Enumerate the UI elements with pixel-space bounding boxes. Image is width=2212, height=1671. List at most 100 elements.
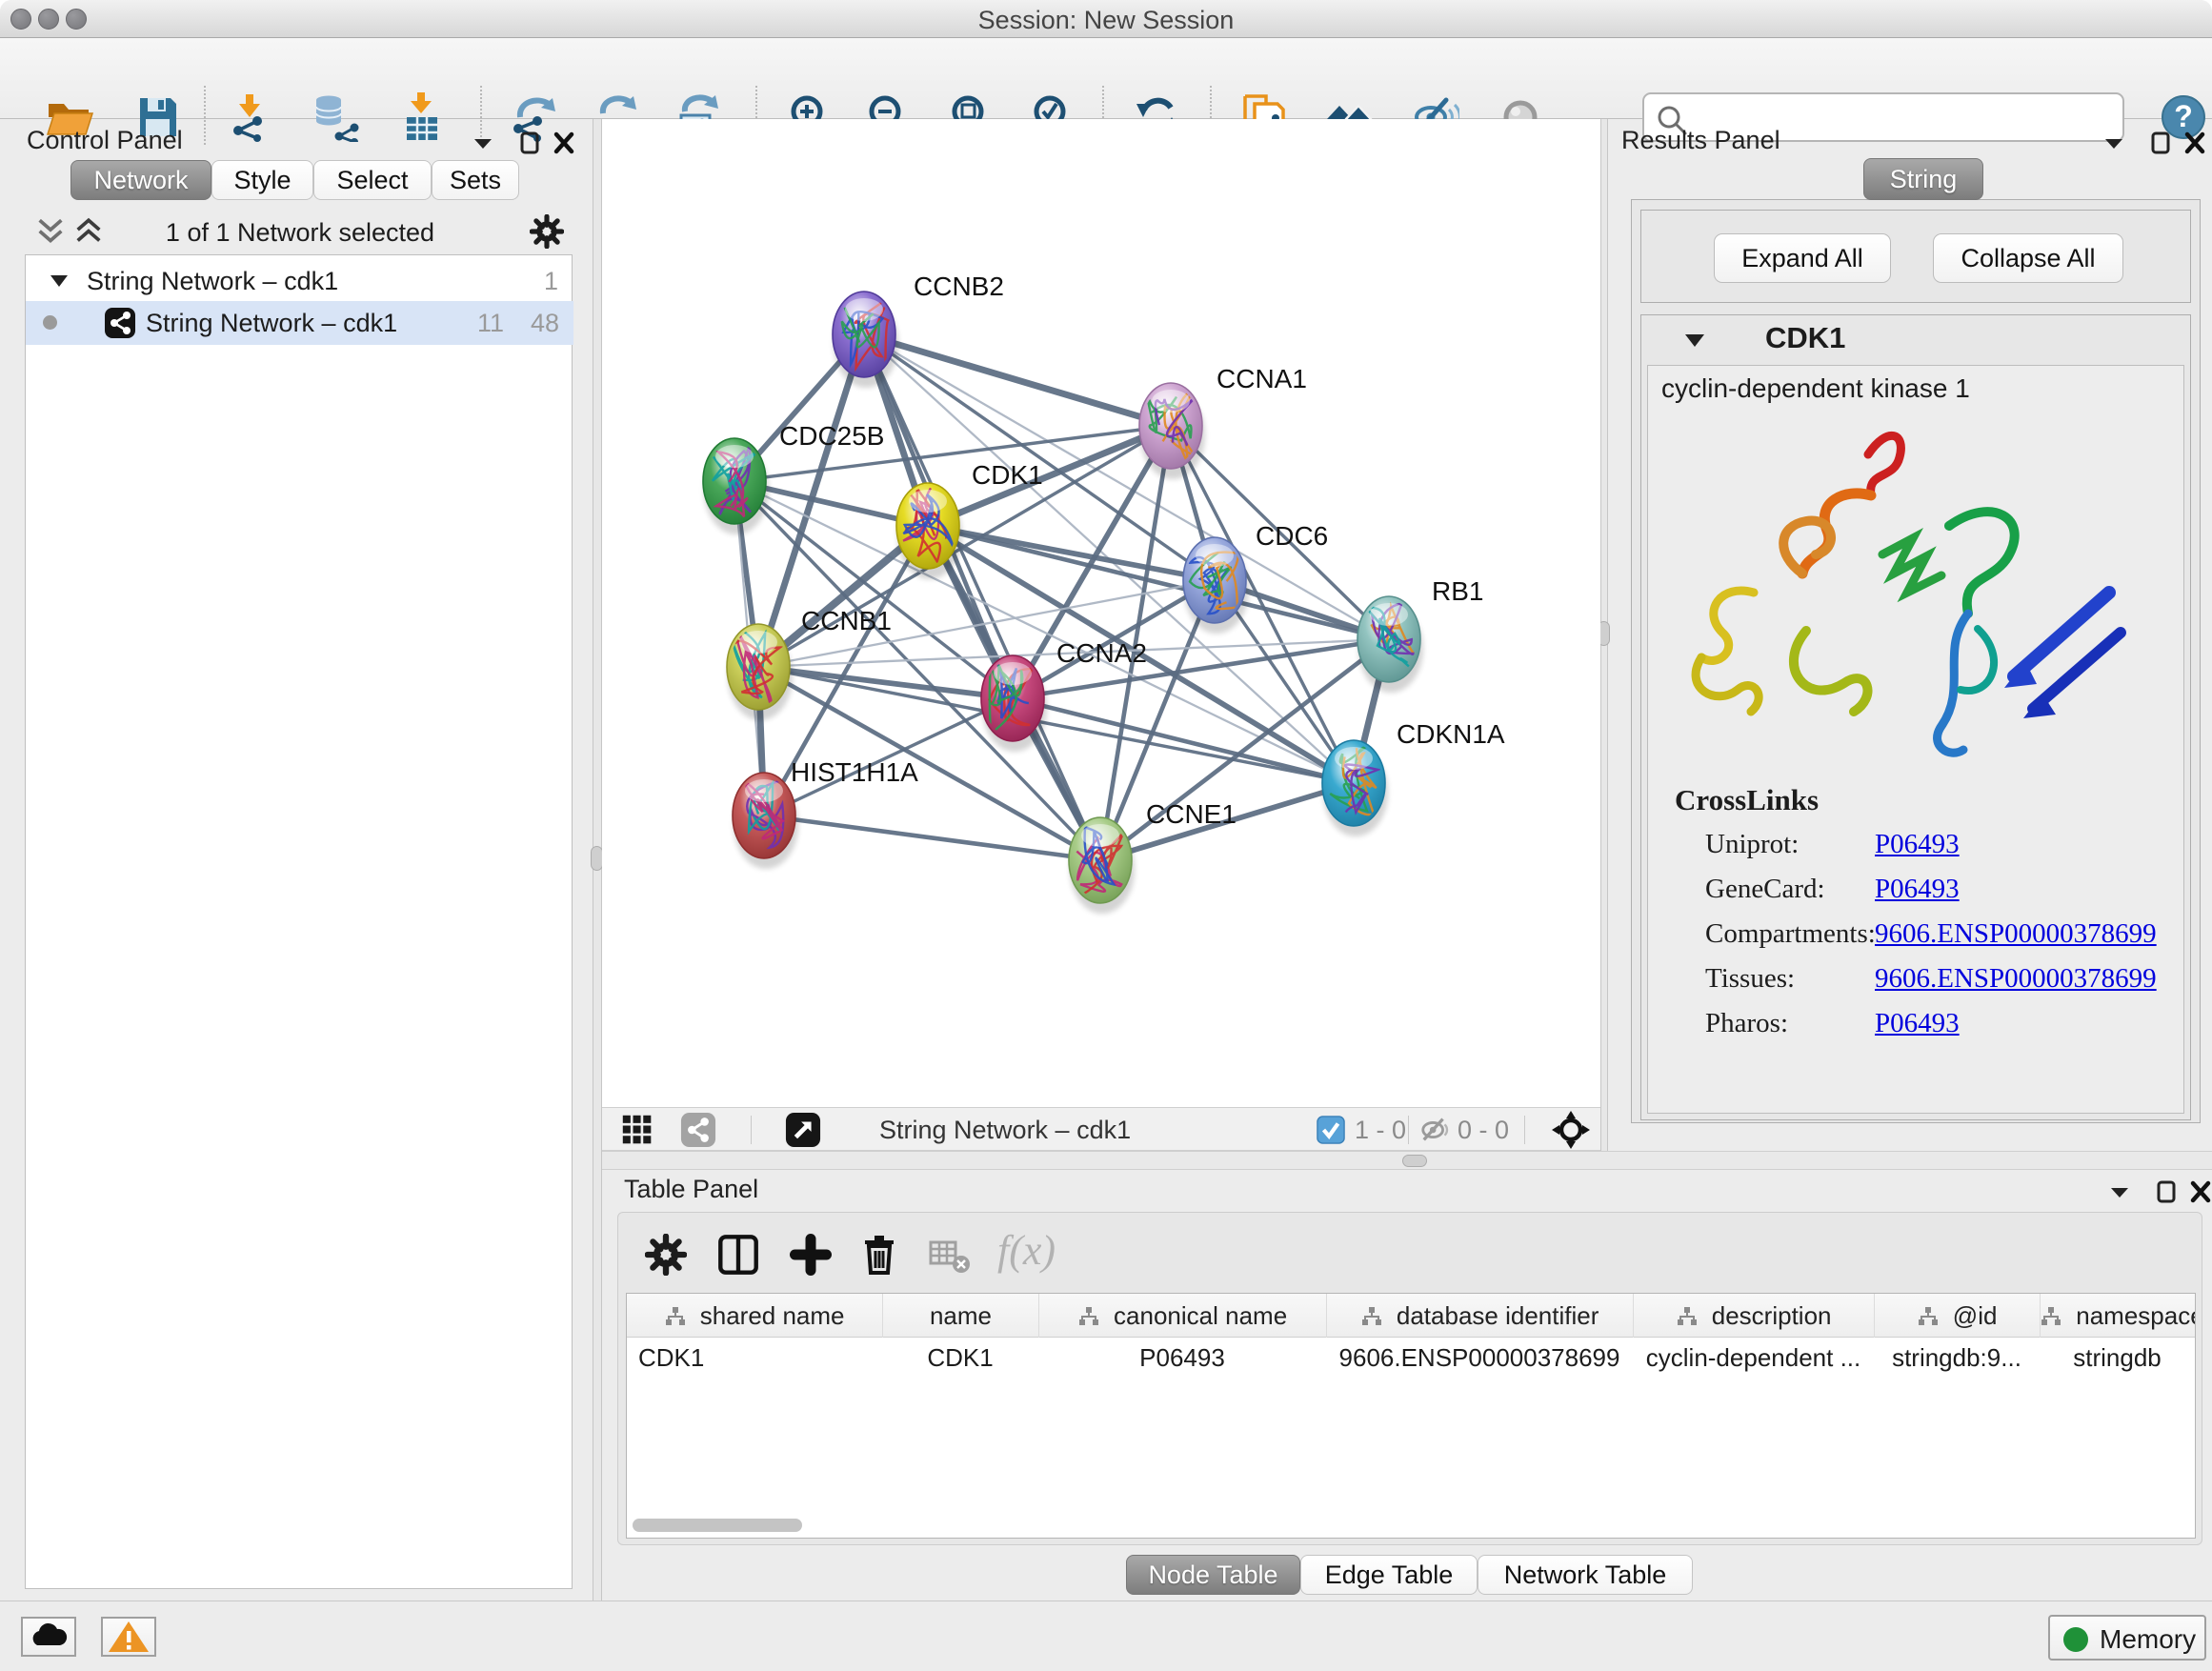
protein-name: CDK1 [1765, 321, 1845, 355]
tab-string[interactable]: String [1863, 158, 1983, 200]
network-canvas[interactable]: CCNB2CCNA1CDC25BCDK1CDC6RB1CCNB1CCNA2CDK… [602, 119, 1600, 1107]
tab-network[interactable]: Network [70, 160, 211, 200]
network-view-title: String Network – cdk1 [879, 1116, 1131, 1145]
control-panel-close-icon[interactable] [550, 131, 578, 155]
delete-column-icon[interactable] [858, 1234, 900, 1276]
hidden-node-edge-counts: 0 - 0 [1458, 1116, 1509, 1145]
column-header-id[interactable]: @id [1874, 1294, 2040, 1338]
birds-eye-toggle-icon[interactable] [680, 1112, 716, 1148]
grid-view-icon[interactable] [621, 1114, 654, 1146]
add-column-icon[interactable] [790, 1234, 832, 1276]
column-label: name [930, 1301, 992, 1330]
table-panel-body: f(x) shared name name canonical name [617, 1212, 2202, 1545]
title-bar: Session: New Session [0, 0, 2212, 38]
memory-button[interactable]: Memory [2048, 1615, 2206, 1661]
memory-label: Memory [2100, 1624, 2196, 1655]
cloud-status-button[interactable] [21, 1617, 76, 1657]
network-graph[interactable]: CCNB2CCNA1CDC25BCDK1CDC6RB1CCNB1CCNA2CDK… [602, 119, 1600, 1107]
network-tree: String Network – cdk1 1 String Network –… [25, 254, 573, 1589]
results-panel: Results Panel String Expand All Collapse… [1608, 119, 2212, 1151]
column-type-icon [1918, 1306, 1939, 1327]
table-panel-float-icon[interactable] [2152, 1179, 2181, 1204]
network-selection-status: 1 of 1 Network selected [8, 218, 593, 248]
tab-node-table[interactable]: Node Table [1126, 1555, 1300, 1595]
expand-collapse-box: Expand All Collapse All [1640, 210, 2191, 303]
window-title: Session: New Session [0, 6, 2212, 35]
crosslink-label: Uniprot: [1705, 829, 1799, 859]
crosslink-label: Compartments: [1705, 918, 1876, 949]
column-label: shared name [700, 1301, 845, 1330]
results-panel-float-icon[interactable] [2146, 131, 2175, 155]
cell-shared-name[interactable]: CDK1 [627, 1338, 882, 1378]
crosslink-label: Tissues: [1705, 963, 1795, 994]
table-settings-gear-icon[interactable] [645, 1234, 687, 1276]
crosslink-label: Pharos: [1705, 1008, 1788, 1038]
results-panel-title: Results Panel [1621, 126, 1780, 155]
crosslink-row: Compartments: 9606.ENSP00000378699 [1705, 918, 1876, 950]
control-panel-float-icon[interactable] [515, 131, 544, 155]
app-window: Session: New Session [0, 0, 2212, 1671]
expand-all-label: Expand All [1741, 244, 1863, 272]
netbar-separator [751, 1116, 752, 1144]
column-header-name[interactable]: name [882, 1294, 1038, 1338]
column-type-icon [2041, 1306, 2061, 1327]
crosslink-uniprot-link[interactable]: P06493 [1875, 829, 2189, 860]
node-label-ccna1: CCNA1 [1217, 364, 1307, 393]
collapse-all-label: Collapse All [1961, 244, 2095, 272]
column-header-database-identifier[interactable]: database identifier [1326, 1294, 1633, 1338]
table-panel: Table Panel [602, 1170, 2212, 1601]
warnings-button[interactable] [101, 1617, 156, 1657]
detach-view-icon[interactable] [785, 1112, 821, 1148]
node-label-ccnb2: CCNB2 [914, 272, 1004, 301]
column-type-icon [1078, 1306, 1099, 1327]
main-toolbar: ? [0, 38, 2212, 119]
results-panel-close-icon[interactable] [2181, 131, 2209, 155]
table-panel-menu-icon[interactable] [2105, 1179, 2134, 1204]
column-label: description [1712, 1301, 1832, 1330]
horizontal-splitter-grip[interactable] [1402, 1155, 1427, 1167]
column-header-description[interactable]: description [1633, 1294, 1874, 1338]
network-collection-row[interactable]: String Network – cdk1 1 [26, 261, 573, 301]
horizontal-scrollbar[interactable] [633, 1519, 802, 1532]
column-header-namespace[interactable]: namespace [2040, 1294, 2195, 1338]
tab-edge-table[interactable]: Edge Table [1300, 1555, 1478, 1595]
node-label-ccna2: CCNA2 [1056, 638, 1147, 668]
crosslinks-heading: CrossLinks [1675, 783, 1819, 817]
results-panel-menu-icon[interactable] [2100, 131, 2128, 155]
tab-sets[interactable]: Sets [432, 160, 519, 200]
column-header-shared-name[interactable]: shared name [627, 1294, 882, 1338]
show-columns-icon[interactable] [717, 1234, 759, 1276]
crosslink-compartments-link[interactable]: 9606.ENSP00000378699 [1875, 918, 2212, 950]
protein-collapse-icon[interactable] [1683, 331, 1706, 350]
cell-namespace[interactable]: stringdb [2040, 1338, 2195, 1378]
expand-all-button[interactable]: Expand All [1714, 233, 1891, 283]
tab-network-table[interactable]: Network Table [1478, 1555, 1693, 1595]
center-view-crosshair-icon[interactable] [1552, 1111, 1590, 1149]
crosslink-label: GeneCard: [1705, 874, 1825, 904]
cell-description[interactable]: cyclin-dependent ... [1633, 1338, 1874, 1378]
crosslink-genecard-link[interactable]: P06493 [1875, 874, 2189, 905]
netbar-separator [1408, 1116, 1409, 1144]
warning-icon [103, 1619, 154, 1655]
cell-canonical-name[interactable]: P06493 [1038, 1338, 1326, 1378]
selected-node-edge-counts: 1 - 0 [1355, 1116, 1406, 1145]
network-edge-count: 48 [531, 303, 559, 343]
crosslink-pharos-link[interactable]: P06493 [1875, 1008, 2189, 1039]
table-row[interactable]: CDK1 CDK1 P06493 9606.ENSP00000378699 cy… [627, 1338, 2195, 1378]
column-label: database identifier [1397, 1301, 1599, 1330]
cell-database-identifier[interactable]: 9606.ENSP00000378699 [1326, 1338, 1633, 1378]
cell-name[interactable]: CDK1 [882, 1338, 1038, 1378]
table-panel-close-icon[interactable] [2186, 1179, 2212, 1204]
tab-style[interactable]: Style [211, 160, 313, 200]
network-view-toolbar: String Network – cdk1 1 - 0 0 - 0 [602, 1107, 1600, 1151]
network-row-selected[interactable]: String Network – cdk1 11 48 [26, 301, 573, 345]
cell-id[interactable]: stringdb:9... [1874, 1338, 2040, 1378]
collection-expand-icon[interactable] [49, 272, 70, 290]
selected-checkbox-icon[interactable] [1317, 1116, 1345, 1144]
collapse-all-button[interactable]: Collapse All [1933, 233, 2123, 283]
crosslink-tissues-link[interactable]: 9606.ENSP00000378699 [1875, 963, 2212, 995]
tab-select[interactable]: Select [313, 160, 432, 200]
control-panel-menu-icon[interactable] [469, 131, 497, 155]
column-header-canonical-name[interactable]: canonical name [1038, 1294, 1326, 1338]
network-options-gear-icon[interactable] [530, 214, 564, 249]
